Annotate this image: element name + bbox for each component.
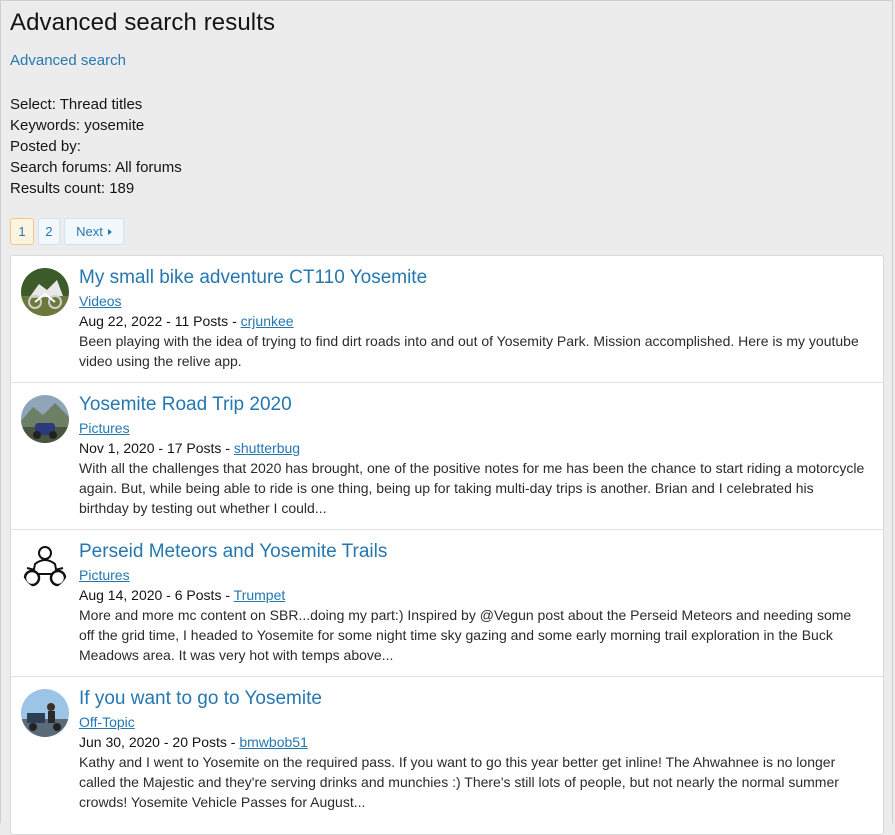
criteria-label: Select: [10, 96, 56, 113]
result-title-link[interactable]: Perseid Meteors and Yosemite Trails [79, 540, 873, 564]
snippet-line: birthday by testing out whether I could.… [79, 500, 327, 516]
result-forum-link[interactable]: Pictures [79, 565, 873, 585]
result-item: My small bike adventure CT110 Yosemite V… [11, 256, 883, 383]
result-title-link[interactable]: Yosemite Road Trip 2020 [79, 393, 873, 417]
search-criteria: Select: Thread titles Keywords: yosemite… [10, 94, 182, 199]
result-item: Yosemite Road Trip 2020 Pictures Nov 1, … [11, 383, 883, 530]
results-list: My small bike adventure CT110 Yosemite V… [10, 255, 884, 835]
criteria-results-count: Results count: 189 [10, 178, 182, 199]
result-user-link[interactable]: Trumpet [234, 587, 286, 603]
result-forum-link[interactable]: Off-Topic [79, 712, 873, 732]
criteria-label: Posted by: [10, 138, 81, 155]
criteria-value: 189 [109, 180, 135, 197]
result-forum-link[interactable]: Videos [79, 291, 873, 311]
criteria-label: Keywords: [10, 117, 81, 134]
result-user-link[interactable]: crjunkee [241, 313, 294, 329]
result-title-link[interactable]: If you want to go to Yosemite [79, 687, 873, 711]
result-meta: Aug 22, 2022 - 11 Posts - crjunkee [79, 313, 294, 329]
criteria-select: Select: Thread titles [10, 94, 182, 115]
result-post-count: 20 Posts [172, 734, 227, 750]
result-title-link[interactable]: My small bike adventure CT110 Yosemite [79, 266, 873, 290]
result-snippet: Kathy and I went to Yosemite on the requ… [79, 752, 873, 812]
criteria-label: Search forums: [10, 159, 112, 176]
snippet-line: again. But, while being able to ride is … [79, 480, 814, 496]
pagination: 1 2 Next [10, 218, 124, 247]
snippet-line: Been playing with the idea of trying to … [79, 333, 859, 349]
snippet-line: video using the relive app. [79, 353, 242, 369]
result-date: Nov 1, 2020 [79, 440, 155, 456]
result-body: My small bike adventure CT110 Yosemite V… [79, 266, 873, 371]
criteria-value: All forums [115, 159, 182, 176]
result-post-count: 11 Posts [174, 313, 229, 329]
motorcycle-landscape-avatar[interactable] [21, 395, 69, 443]
snippet-line: off the grid time, I headed to Yosemite … [79, 627, 833, 643]
caret-right-icon [107, 228, 112, 235]
result-forum-link[interactable]: Pictures [79, 418, 873, 438]
result-date: Aug 14, 2020 [79, 587, 163, 603]
criteria-label: Results count: [10, 180, 106, 197]
criteria-keywords: Keywords: yosemite [10, 115, 182, 136]
result-body: If you want to go to Yosemite Off-Topic … [79, 687, 873, 812]
snippet-line: Kathy and I went to Yosemite on the requ… [79, 754, 836, 770]
criteria-value: yosemite [84, 117, 145, 134]
advanced-search-link[interactable]: Advanced search [10, 52, 126, 69]
result-snippet: More and more mc content on SBR...doing … [79, 605, 873, 665]
result-date: Jun 30, 2020 [79, 734, 160, 750]
result-snippet: With all the challenges that 2020 has br… [79, 458, 873, 518]
bike-rider-avatar[interactable] [21, 268, 69, 316]
rider-sky-avatar[interactable] [21, 689, 69, 737]
result-body: Yosemite Road Trip 2020 Pictures Nov 1, … [79, 393, 873, 518]
result-post-count: 17 Posts [166, 440, 222, 456]
result-body: Perseid Meteors and Yosemite Trails Pict… [79, 540, 873, 665]
result-user-link[interactable]: shutterbug [234, 440, 300, 456]
result-post-count: 6 Posts [174, 587, 222, 603]
snippet-line: More and more mc content on SBR...doing … [79, 607, 852, 623]
result-meta: Aug 14, 2020 - 6 Posts - Trumpet [79, 587, 286, 603]
snippet-line: Meadows area. It was very hot with temps… [79, 647, 394, 663]
result-item: Perseid Meteors and Yosemite Trails Pict… [11, 530, 883, 677]
result-meta: Jun 30, 2020 - 20 Posts - bmwbob51 [79, 734, 308, 750]
criteria-search-forums: Search forums: All forums [10, 157, 182, 178]
snippet-line: With all the challenges that 2020 has br… [79, 460, 865, 476]
snippet-line: crowds! Yosemite Vehicle Passes for Augu… [79, 794, 366, 810]
result-user-link[interactable]: bmwbob51 [239, 734, 308, 750]
page-2-button[interactable]: 2 [38, 218, 60, 245]
result-date: Aug 22, 2022 [79, 313, 163, 329]
next-page-button[interactable]: Next [64, 218, 124, 245]
criteria-value: Thread titles [59, 96, 143, 113]
page-1-button[interactable]: 1 [10, 218, 34, 245]
result-item: If you want to go to Yosemite Off-Topic … [11, 677, 883, 834]
snippet-line: called the Majestic and they're serving … [79, 774, 839, 790]
page-title: Advanced search results [10, 9, 276, 36]
cartoon-rider-avatar[interactable] [21, 542, 69, 590]
result-snippet: Been playing with the idea of trying to … [79, 331, 873, 371]
next-label: Next [76, 224, 103, 239]
criteria-posted-by: Posted by: [10, 136, 182, 157]
result-meta: Nov 1, 2020 - 17 Posts - shutterbug [79, 440, 301, 456]
